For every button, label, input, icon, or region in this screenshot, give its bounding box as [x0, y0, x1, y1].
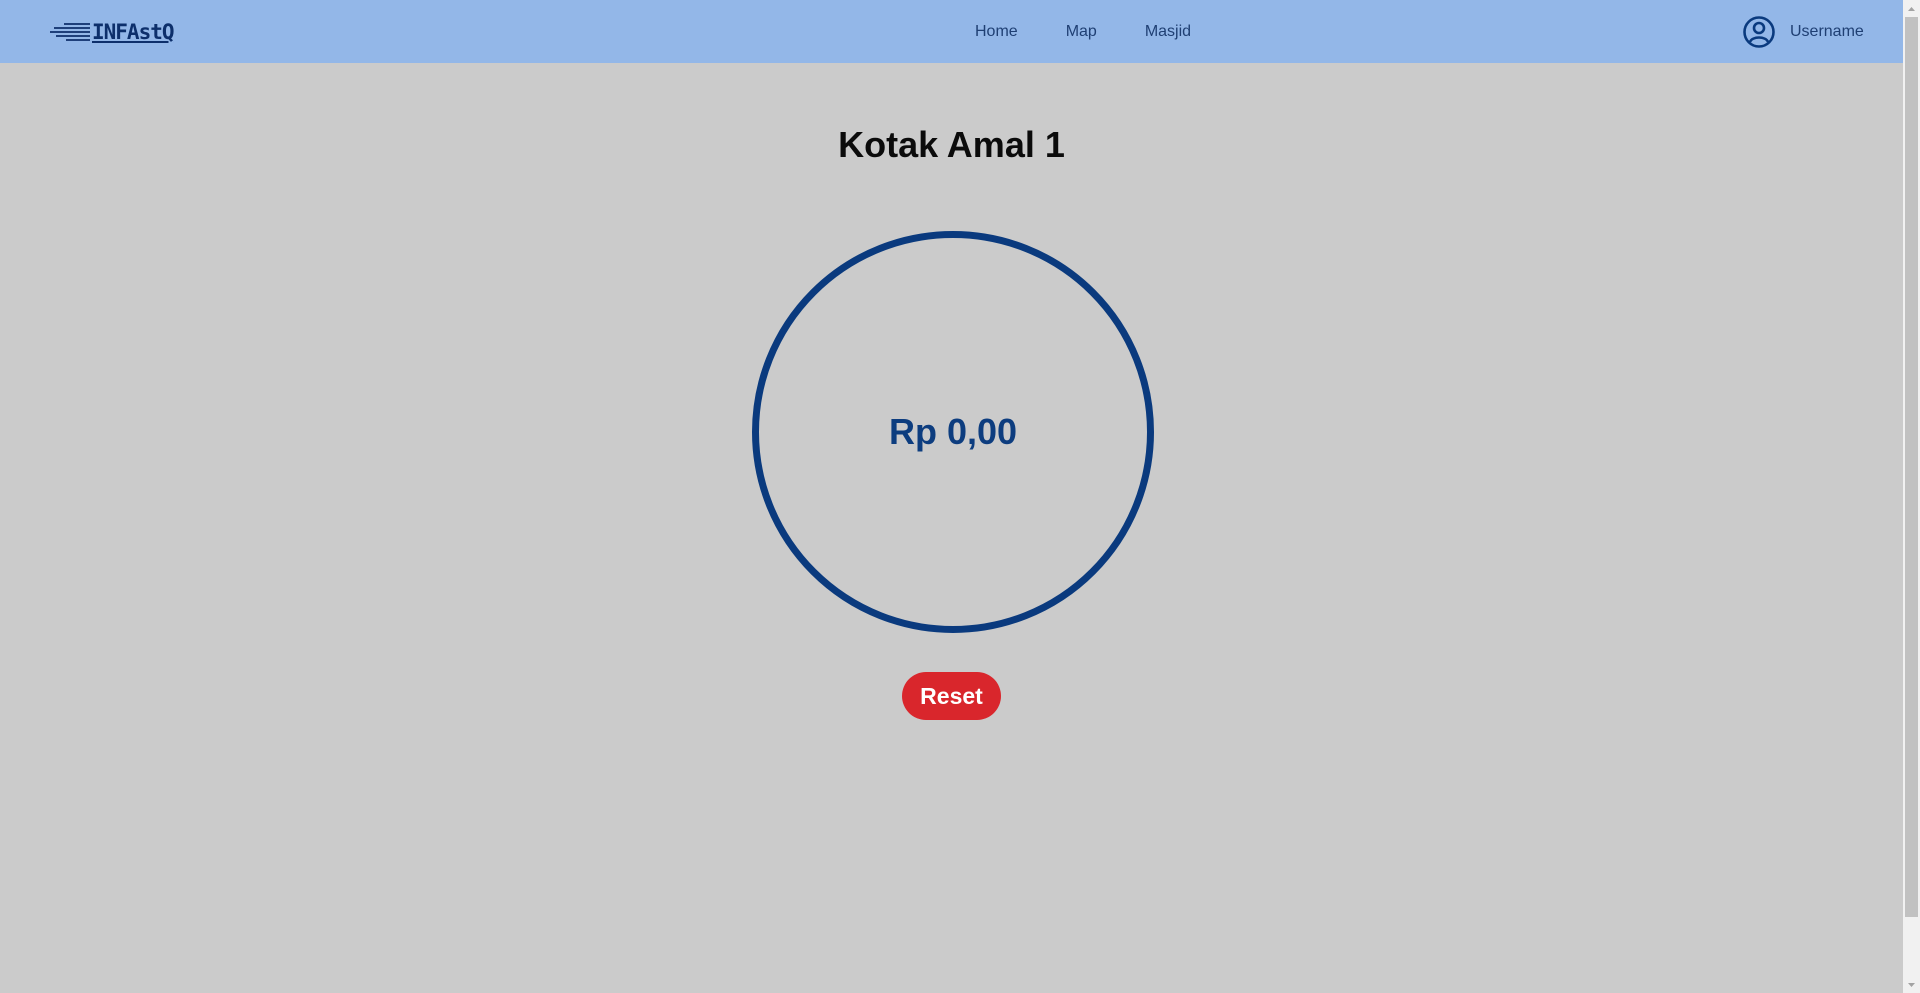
nav-link-home[interactable]: Home: [975, 23, 1018, 41]
logo[interactable]: INFAstQ: [50, 14, 175, 50]
scroll-down-arrow-icon[interactable]: [1903, 976, 1920, 993]
vertical-scrollbar[interactable]: [1903, 0, 1920, 993]
scrollbar-thumb[interactable]: [1905, 17, 1918, 917]
logo-speed-lines: [50, 23, 90, 41]
amount-value: Rp 0,00: [888, 411, 1018, 452]
nav-link-masjid[interactable]: Masjid: [1145, 23, 1191, 41]
reset-button[interactable]: Reset: [902, 672, 1001, 720]
user-menu[interactable]: Username: [1742, 14, 1864, 50]
nav-link-map[interactable]: Map: [1066, 23, 1097, 41]
logo-text: INFAstQ: [92, 20, 175, 44]
nav-links: Home Map Masjid: [975, 0, 1191, 63]
scroll-up-arrow-icon[interactable]: [1903, 0, 1920, 17]
user-circle-icon: [1743, 16, 1775, 48]
amount-circle: Rp 0,00: [752, 231, 1154, 633]
page: INFAstQ Home Map Masjid Username Kotak A…: [0, 0, 1920, 993]
username-label: Username: [1790, 23, 1864, 40]
page-title: Kotak Amal 1: [838, 124, 1065, 165]
navbar: INFAstQ Home Map Masjid Username: [0, 0, 1903, 63]
